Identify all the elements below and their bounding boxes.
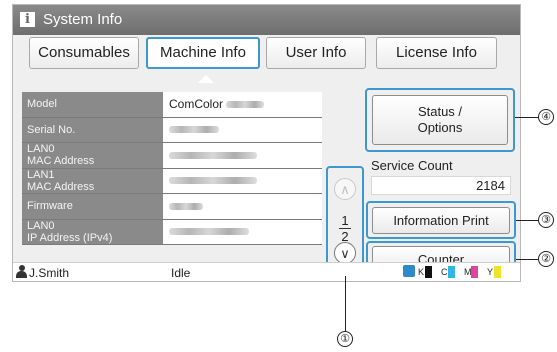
table-row-model: Model ComColor — [22, 92, 322, 118]
callout-1: ① — [337, 331, 353, 347]
ink-level-bar — [448, 266, 455, 278]
page-navigator: ∧ 1 2 ∨ — [326, 166, 364, 276]
user-name: J.Smith — [29, 266, 70, 280]
tab-machine-info[interactable]: Machine Info — [146, 37, 260, 69]
tab-consumables[interactable]: Consumables — [29, 37, 139, 69]
row-label: LAN0 MAC Address — [22, 143, 163, 168]
callout-line-2 — [516, 259, 539, 260]
status-bar: J.Smith Idle K C M Y — [13, 262, 520, 281]
status-options-button[interactable]: Status / Options — [372, 95, 508, 145]
row-value — [163, 219, 322, 244]
ink-k: K — [418, 266, 432, 278]
redacted-text — [169, 151, 257, 159]
page-up-button[interactable]: ∧ — [334, 178, 356, 200]
model-value: ComColor — [169, 97, 224, 112]
callout-line-3 — [516, 220, 539, 221]
title-bar: i System Info — [13, 5, 520, 35]
redacted-text — [169, 202, 203, 210]
row-label: LAN1 MAC Address — [22, 168, 163, 193]
table-row-serial: Serial No. — [22, 117, 322, 143]
redacted-text — [169, 177, 257, 185]
callout-4: ④ — [538, 109, 554, 125]
ink-status-icon[interactable] — [403, 265, 415, 277]
table-row-firmware: Firmware — [22, 194, 322, 220]
machine-info-table: Model ComColor Serial No. LAN0 MAC Addre… — [22, 92, 322, 245]
callout-line-1 — [345, 276, 346, 331]
user-icon — [16, 265, 27, 278]
redacted-text — [226, 100, 265, 108]
ink-m: M — [464, 266, 478, 278]
row-value — [163, 194, 322, 219]
ink-level-bar — [471, 266, 478, 278]
active-tab-pointer — [198, 75, 214, 83]
callout-line-4 — [515, 117, 539, 118]
callout-3: ③ — [538, 212, 554, 228]
row-value — [163, 168, 322, 193]
service-count-value: 2184 — [371, 176, 511, 195]
ink-c: C — [441, 266, 455, 278]
service-count-label: Service Count — [371, 158, 453, 173]
machine-status: Idle — [171, 266, 191, 280]
table-row-lan0-mac: LAN0 MAC Address — [22, 143, 322, 169]
tab-user-info[interactable]: User Info — [266, 37, 366, 69]
row-label: Model — [22, 92, 163, 117]
row-label: Serial No. — [22, 117, 163, 142]
ink-level-bar — [425, 266, 432, 278]
ink-y: Y — [487, 266, 501, 278]
row-value — [163, 117, 322, 142]
row-value: ComColor — [163, 92, 322, 117]
redacted-text — [169, 228, 249, 236]
callout-2: ② — [538, 251, 554, 267]
window-title: System Info — [43, 11, 123, 28]
row-label: LAN0 IP Address (IPv4) — [22, 219, 163, 244]
tab-license-info[interactable]: License Info — [376, 37, 497, 69]
info-icon: i — [20, 12, 35, 27]
table-row-lan1-mac: LAN1 MAC Address — [22, 168, 322, 194]
table-row-lan0-ip: LAN0 IP Address (IPv4) — [22, 219, 322, 245]
page-down-button[interactable]: ∨ — [334, 242, 356, 264]
redacted-text — [169, 126, 219, 134]
row-value — [163, 143, 322, 168]
information-print-button[interactable]: Information Print — [372, 207, 510, 234]
ink-level-bar — [494, 266, 501, 278]
row-label: Firmware — [22, 194, 163, 219]
current-page: 1 — [341, 213, 349, 228]
